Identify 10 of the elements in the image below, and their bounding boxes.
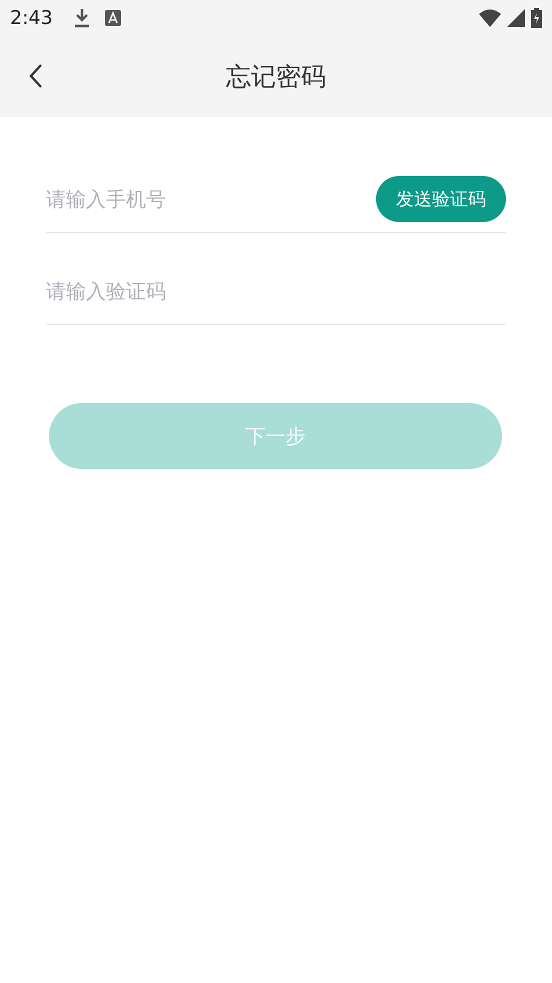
wifi-icon xyxy=(479,9,501,27)
back-icon xyxy=(29,63,43,89)
code-input-field[interactable]: 请输入验证码 xyxy=(46,270,506,310)
battery-charging-icon xyxy=(531,8,542,28)
signal-icon xyxy=(507,9,525,27)
phone-input-field[interactable]: 请输入手机号 xyxy=(46,178,376,218)
page-title: 忘记密码 xyxy=(226,61,326,93)
status-time: 2:43 xyxy=(10,7,53,29)
send-code-button[interactable]: 发送验证码 xyxy=(376,176,506,222)
download-icon xyxy=(72,8,91,28)
